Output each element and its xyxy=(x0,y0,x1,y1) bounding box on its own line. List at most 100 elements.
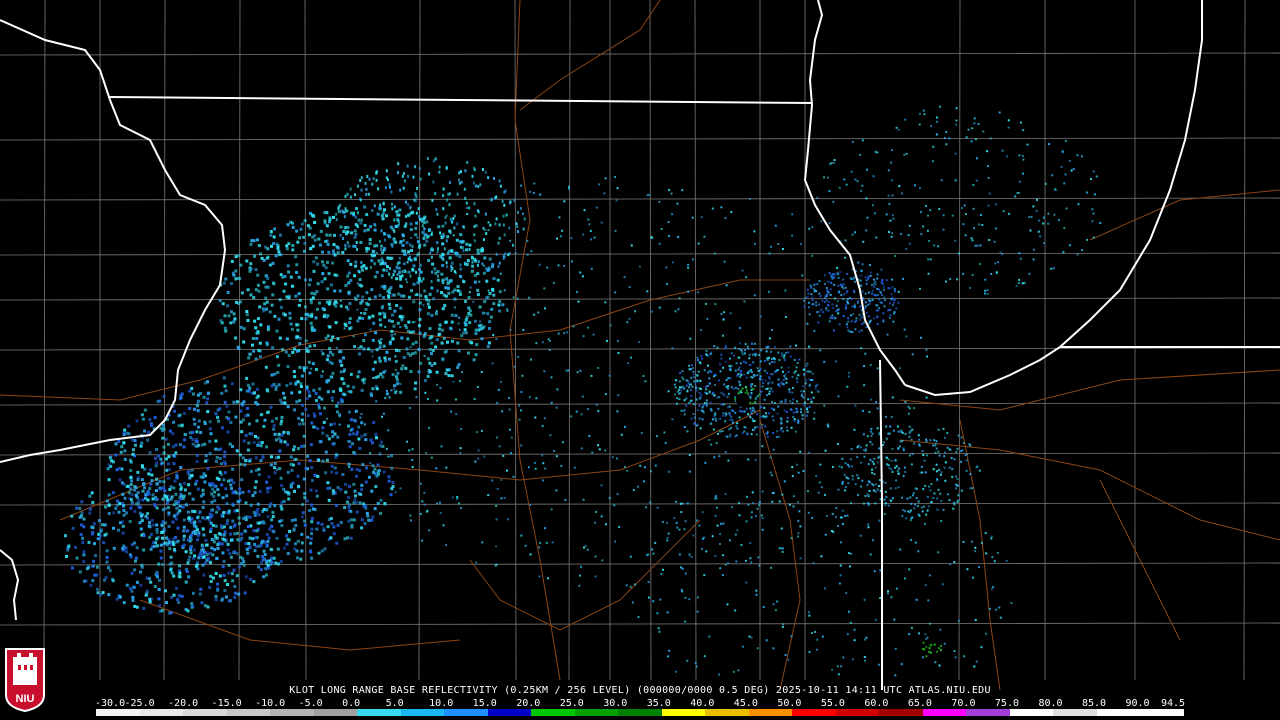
echo-pixel xyxy=(478,280,481,283)
echo-pixel xyxy=(704,461,707,464)
echo-pixel xyxy=(125,550,129,554)
echo-pixel xyxy=(162,527,166,531)
echo-pixel xyxy=(446,235,450,239)
echo-pixel xyxy=(715,506,718,509)
echo-pixel xyxy=(867,526,870,529)
echo-pixel xyxy=(382,412,385,415)
echo-pixel xyxy=(867,495,870,498)
echo-pixel xyxy=(849,296,851,299)
echo-pixel xyxy=(457,322,460,325)
echo-pixel xyxy=(784,401,787,404)
echo-pixel xyxy=(339,225,343,229)
echo-pixel xyxy=(346,241,349,245)
echo-pixel xyxy=(788,503,791,506)
echo-pixel xyxy=(786,420,789,423)
echo-pixel xyxy=(279,398,282,402)
echo-pixel xyxy=(468,291,471,294)
echo-pixel xyxy=(308,278,312,282)
echo-pixel xyxy=(890,179,893,182)
echo-pixel xyxy=(290,327,294,331)
echo-pixel xyxy=(418,301,422,305)
echo-pixel xyxy=(713,384,716,387)
echo-pixel xyxy=(189,436,193,440)
echo-pixel xyxy=(362,264,366,268)
echo-pixel xyxy=(360,434,364,438)
echo-pixel xyxy=(683,399,686,402)
echo-pixel xyxy=(885,213,888,216)
echo-pixel xyxy=(417,279,421,283)
echo-pixel xyxy=(894,647,897,650)
echo-pixel xyxy=(919,187,921,189)
echo-pixel xyxy=(753,230,756,233)
echo-pixel xyxy=(708,635,711,638)
echo-pixel xyxy=(298,422,302,426)
echo-pixel xyxy=(822,311,825,314)
echo-pixel xyxy=(714,303,717,306)
echo-pixel xyxy=(248,544,252,548)
scale-swatch xyxy=(1009,709,1054,716)
echo-pixel xyxy=(835,516,837,518)
echo-pixel xyxy=(796,362,799,364)
echo-pixel xyxy=(675,402,678,405)
echo-pixel xyxy=(970,237,973,240)
echo-pixel xyxy=(730,364,733,367)
echo-pixel xyxy=(1068,159,1071,162)
echo-pixel xyxy=(414,192,417,196)
echo-pixel xyxy=(938,207,941,210)
echo-pixel xyxy=(507,253,510,257)
echo-pixel xyxy=(192,524,196,527)
echo-pixel xyxy=(325,379,329,383)
echo-pixel xyxy=(681,189,684,192)
echo-pixel xyxy=(887,432,890,435)
echo-pixel xyxy=(772,491,775,494)
echo-pixel xyxy=(292,528,296,532)
echo-pixel xyxy=(865,229,868,232)
echo-pixel xyxy=(309,301,313,305)
echo-pixel xyxy=(440,291,444,295)
echo-pixel xyxy=(147,430,151,434)
echo-pixel xyxy=(305,366,309,370)
echo-pixel xyxy=(418,331,422,335)
echo-pixel xyxy=(455,413,458,415)
echo-pixel xyxy=(803,404,806,407)
echo-pixel xyxy=(832,273,835,276)
echo-pixel xyxy=(199,392,202,395)
echo-pixel xyxy=(118,595,122,599)
echo-pixel xyxy=(956,477,959,480)
echo-pixel xyxy=(332,243,336,247)
echo-pixel xyxy=(688,454,691,457)
echo-pixel xyxy=(862,502,865,505)
echo-pixel xyxy=(594,555,597,558)
echo-pixel xyxy=(412,300,416,304)
echo-pixel xyxy=(307,390,311,394)
echo-pixel xyxy=(163,489,167,493)
echo-pixel xyxy=(850,448,853,451)
echo-pixel xyxy=(818,303,821,306)
echo-pixel xyxy=(892,497,894,500)
echo-pixel xyxy=(162,395,166,399)
echo-pixel xyxy=(459,233,463,237)
echo-pixel xyxy=(461,246,464,249)
echo-pixel xyxy=(387,234,391,237)
echo-pixel xyxy=(82,517,86,521)
echo-pixel xyxy=(738,502,741,504)
echo-pixel xyxy=(618,525,621,528)
echo-pixel xyxy=(964,213,967,215)
echo-pixel xyxy=(1091,220,1094,223)
echo-pixel xyxy=(951,475,954,478)
echo-pixel xyxy=(311,479,314,483)
echo-pixel xyxy=(702,411,705,414)
echo-pixel xyxy=(894,487,897,490)
echo-pixel xyxy=(265,573,268,577)
echo-pixel xyxy=(895,307,898,310)
echo-pixel xyxy=(395,390,398,393)
echo-pixel xyxy=(345,230,349,234)
echo-pixel xyxy=(985,632,988,635)
echo-pixel xyxy=(845,306,847,309)
echo-pixel xyxy=(730,352,733,355)
echo-pixel xyxy=(450,374,454,378)
echo-pixel xyxy=(686,390,689,393)
echo-pixel xyxy=(365,193,368,196)
echo-pixel xyxy=(141,489,145,493)
echo-pixel xyxy=(885,279,888,282)
